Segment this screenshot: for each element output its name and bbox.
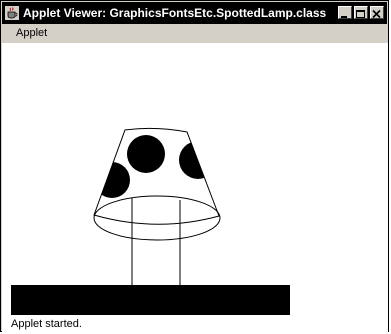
spotted-lamp-drawing: [11, 127, 290, 315]
java-cup-icon[interactable]: [5, 6, 19, 20]
menu-bar: Applet: [2, 24, 387, 42]
title-bar[interactable]: Applet Viewer: GraphicsFontsEtc.SpottedL…: [2, 2, 387, 24]
status-bar: Applet started.: [2, 317, 388, 332]
status-text: Applet started.: [11, 318, 82, 330]
minimize-button[interactable]: [338, 6, 352, 19]
shade-spot: [127, 135, 165, 173]
window-controls: [338, 6, 384, 19]
close-icon: [372, 9, 381, 19]
maximize-icon: [356, 10, 365, 18]
maximize-button[interactable]: [354, 6, 368, 19]
menu-applet[interactable]: Applet: [16, 27, 47, 39]
window-title: Applet Viewer: GraphicsFontsEtc.SpottedL…: [23, 6, 327, 20]
applet-canvas[interactable]: [2, 43, 388, 317]
lamp-shade: [93, 127, 220, 225]
applet-viewer-window: Applet Viewer: GraphicsFontsEtc.SpottedL…: [0, 0, 389, 332]
lamp-base: [11, 285, 290, 315]
minimize-icon: [341, 16, 347, 18]
shade-spot: [94, 162, 130, 198]
close-button[interactable]: [370, 6, 384, 19]
